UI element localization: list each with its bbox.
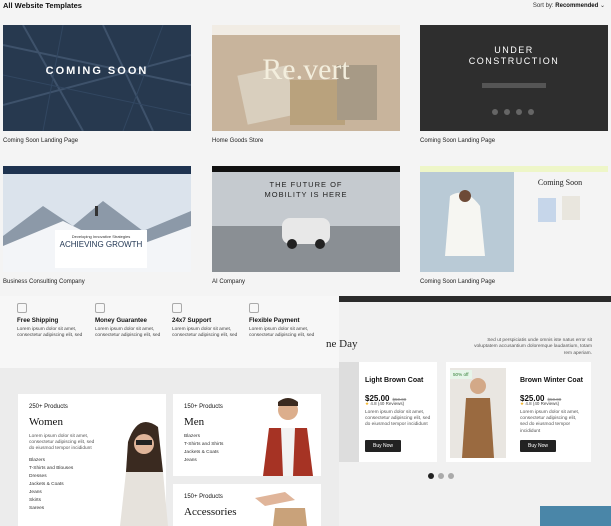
sort-label: Sort by:: [532, 3, 554, 9]
category-link[interactable]: T-Shirts and Blouses: [29, 466, 73, 471]
template-hero-text: UNDER CONSTRUCTION: [468, 45, 560, 67]
category-link[interactable]: Jackets & Coats: [184, 450, 223, 455]
city-map-background: [3, 25, 191, 131]
carousel-dot-active[interactable]: [428, 473, 434, 479]
category-link[interactable]: T-Shirts and Shirts: [184, 442, 223, 447]
feature-desc: Lorem ipsum dolor sit amet, consectetur …: [17, 327, 83, 339]
headset-icon: [172, 303, 182, 313]
feature-money-guarantee: Money Guarantee Lorem ipsum dolor sit am…: [95, 303, 170, 339]
feature-title: Flexible Payment: [249, 317, 300, 324]
social-icons: [492, 109, 534, 115]
template-name[interactable]: Coming Soon Landing Page: [3, 138, 78, 144]
template-card-coming-soon-fashion[interactable]: Coming Soon: [420, 166, 608, 272]
category-title[interactable]: Men: [184, 416, 204, 428]
category-accessories[interactable]: 150+ Products Accessories: [173, 484, 321, 526]
product-image: [450, 368, 506, 458]
template-hero-text: COMING SOON: [45, 65, 149, 77]
product-card[interactable]: 50% off Brown Winter Coat $25.00 $50.00 ★…: [446, 362, 591, 462]
template-card-home-goods[interactable]: Re.vert: [212, 25, 400, 131]
category-link[interactable]: Blazers: [29, 458, 73, 463]
category-link[interactable]: Dresses: [29, 474, 73, 479]
product-image: [339, 362, 359, 462]
buy-now-button[interactable]: Buy Now: [520, 440, 557, 452]
gallery-title: All Website Templates: [3, 1, 82, 10]
template-name[interactable]: AI Company: [212, 279, 245, 285]
hero-strip: [339, 296, 611, 302]
sort-value[interactable]: Recommended: [555, 3, 598, 9]
carousel-dot[interactable]: [448, 473, 454, 479]
feature-title: Free Shipping: [17, 317, 59, 324]
star-icon: ★: [520, 401, 525, 406]
deal-desc: Sed ut perspiciatis unde omnis iste natu…: [474, 338, 592, 356]
man-photo: [263, 398, 313, 476]
money-icon: [95, 303, 105, 313]
category-desc: Lorem ipsum dolor sit amet, consectetur …: [29, 434, 95, 452]
woman-photo: [120, 422, 168, 526]
feature-flexible-payment: Flexible Payment Lorem ipsum dolor sit a…: [249, 303, 324, 339]
template-hero-text: THE FUTURE OF MOBILITY IS HERE: [264, 180, 348, 199]
product-name[interactable]: Light Brown Coat: [365, 377, 423, 384]
feature-support: 24x7 Support Lorem ipsum dolor sit amet,…: [172, 303, 247, 339]
template-hero-text: Coming Soon: [537, 178, 583, 187]
template-card-ai-company[interactable]: THE FUTURE OF MOBILITY IS HERE: [212, 166, 400, 272]
truck-icon: [17, 303, 27, 313]
product-card[interactable]: Light Brown Coat $25.00 $50.00 ★ 4.8 (40 …: [339, 362, 437, 462]
template-name[interactable]: Business Consulting Company: [3, 279, 85, 285]
category-title[interactable]: Accessories: [184, 506, 237, 518]
feature-desc: Lorem ipsum dolor sit amet, consectetur …: [249, 327, 315, 339]
template-name[interactable]: Home Goods Store: [212, 138, 263, 144]
category-men[interactable]: 150+ Products Men Blazers T-Shirts and S…: [173, 394, 321, 476]
feature-title: 24x7 Support: [172, 317, 212, 324]
category-link[interactable]: Skirts: [29, 498, 73, 503]
category-link[interactable]: Jeans: [29, 490, 73, 495]
template-hero-text: ACHIEVING GROWTH: [59, 240, 143, 249]
chevron-down-icon[interactable]: ⌄: [600, 3, 605, 9]
feature-title: Money Guarantee: [95, 317, 147, 324]
templates-gallery: All Website Templates Sort by: Recommend…: [0, 0, 611, 296]
product-name[interactable]: Brown Winter Coat: [520, 377, 583, 384]
sort-control[interactable]: Sort by: Recommended ⌄: [533, 2, 605, 9]
feature-free-shipping: Free Shipping Lorem ipsum dolor sit amet…: [17, 303, 92, 339]
category-count: 150+ Products: [184, 404, 223, 410]
product-desc: Lorem ipsum dolor sit amet, consectetur …: [520, 410, 580, 434]
bottom-image: [540, 506, 611, 526]
template-name[interactable]: Coming Soon Landing Page: [420, 279, 495, 285]
template-card-under-construction[interactable]: UNDER CONSTRUCTION: [420, 25, 608, 131]
deal-title: ne Day: [326, 338, 358, 350]
category-title[interactable]: Women: [29, 416, 63, 428]
bag-photo: [255, 492, 307, 526]
star-icon: ★: [365, 401, 370, 406]
template-card-coming-soon[interactable]: COMING SOON: [3, 25, 191, 131]
category-links: Blazers T-Shirts and Blouses Dresses Jac…: [29, 458, 73, 514]
category-link[interactable]: Jackets & Coats: [29, 482, 73, 487]
feature-desc: Lorem ipsum dolor sit amet, consectetur …: [172, 327, 238, 339]
category-link[interactable]: Jeans: [184, 458, 223, 463]
category-count: 150+ Products: [184, 494, 223, 500]
template-card-business-consulting[interactable]: Developing Innovative Strategies ACHIEVI…: [3, 166, 191, 272]
category-link[interactable]: Sarees: [29, 506, 73, 511]
category-links: Blazers T-Shirts and Shirts Jackets & Co…: [184, 434, 223, 466]
card-icon: [249, 303, 259, 313]
category-women[interactable]: 250+ Products Women Lorem ipsum dolor si…: [18, 394, 168, 526]
template-subtext: Developing Innovative Strategies: [71, 234, 131, 239]
product-rating: 4.8 (40 Reviews): [370, 401, 405, 406]
template-name[interactable]: Coming Soon Landing Page: [420, 138, 495, 144]
buy-now-button[interactable]: Buy Now: [365, 440, 402, 452]
subscribe-field: [482, 83, 546, 88]
carousel-dot[interactable]: [438, 473, 444, 479]
discount-badge: 50% off: [450, 370, 472, 379]
category-link[interactable]: Blazers: [184, 434, 223, 439]
product-rating: 4.8 (40 Reviews): [525, 401, 560, 406]
category-count: 250+ Products: [29, 404, 68, 410]
feature-desc: Lorem ipsum dolor sit amet, consectetur …: [95, 327, 161, 339]
product-desc: Lorem ipsum dolor sit amet, consectetur …: [365, 410, 431, 428]
template-hero-text: Re.vert: [262, 53, 350, 86]
